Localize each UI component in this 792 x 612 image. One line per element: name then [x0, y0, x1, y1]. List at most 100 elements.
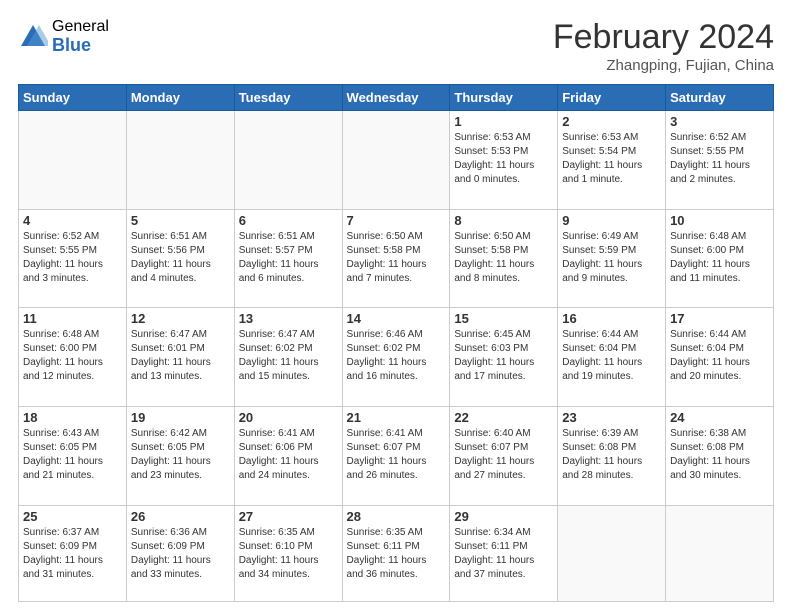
day-info: Sunrise: 6:41 AM Sunset: 6:06 PM Dayligh…	[239, 427, 338, 483]
day-info: Sunrise: 6:48 AM Sunset: 6:00 PM Dayligh…	[23, 328, 122, 384]
day-info: Sunrise: 6:51 AM Sunset: 5:56 PM Dayligh…	[131, 230, 230, 286]
day-number: 27	[239, 509, 338, 524]
day-info: Sunrise: 6:47 AM Sunset: 6:01 PM Dayligh…	[131, 328, 230, 384]
calendar-cell: 25 Sunrise: 6:37 AM Sunset: 6:09 PM Dayli…	[19, 505, 127, 601]
day-number: 12	[131, 311, 230, 326]
day-number: 26	[131, 509, 230, 524]
day-info: Sunrise: 6:53 AM Sunset: 5:53 PM Dayligh…	[454, 131, 553, 187]
day-info: Sunrise: 6:40 AM Sunset: 6:07 PM Dayligh…	[454, 427, 553, 483]
calendar-cell: 20 Sunrise: 6:41 AM Sunset: 6:06 PM Dayli…	[234, 407, 342, 506]
day-info: Sunrise: 6:49 AM Sunset: 5:59 PM Dayligh…	[562, 230, 661, 286]
calendar-cell: 26 Sunrise: 6:36 AM Sunset: 6:09 PM Dayli…	[126, 505, 234, 601]
day-number: 28	[347, 509, 446, 524]
calendar-cell: 4 Sunrise: 6:52 AM Sunset: 5:55 PM Daylig…	[19, 209, 127, 308]
day-number: 3	[670, 114, 769, 129]
day-number: 22	[454, 410, 553, 425]
day-header-monday: Monday	[126, 85, 234, 111]
day-header-tuesday: Tuesday	[234, 85, 342, 111]
day-info: Sunrise: 6:48 AM Sunset: 6:00 PM Dayligh…	[670, 230, 769, 286]
day-info: Sunrise: 6:51 AM Sunset: 5:57 PM Dayligh…	[239, 230, 338, 286]
calendar-cell: 11 Sunrise: 6:48 AM Sunset: 6:00 PM Dayli…	[19, 308, 127, 407]
day-info: Sunrise: 6:50 AM Sunset: 5:58 PM Dayligh…	[347, 230, 446, 286]
calendar-cell: 27Sunrise: 6:35 AM Sunset: 6:10 PM Dayli…	[234, 505, 342, 601]
day-info: Sunrise: 6:38 AM Sunset: 6:08 PM Dayligh…	[670, 427, 769, 483]
calendar-cell: 9 Sunrise: 6:49 AM Sunset: 5:59 PM Daylig…	[558, 209, 666, 308]
calendar-cell: 10 Sunrise: 6:48 AM Sunset: 6:00 PM Dayli…	[666, 209, 774, 308]
day-number: 10	[670, 213, 769, 228]
day-info: Sunrise: 6:53 AM Sunset: 5:54 PM Dayligh…	[562, 131, 661, 187]
calendar-cell: 28 Sunrise: 6:35 AM Sunset: 6:11 PM Dayli…	[342, 505, 450, 601]
day-number: 17	[670, 311, 769, 326]
calendar-cell: 15 Sunrise: 6:45 AM Sunset: 6:03 PM Dayli…	[450, 308, 558, 407]
calendar-cell: 24 Sunrise: 6:38 AM Sunset: 6:08 PM Dayli…	[666, 407, 774, 506]
calendar-cell: 12 Sunrise: 6:47 AM Sunset: 6:01 PM Dayli…	[126, 308, 234, 407]
calendar-cell	[234, 111, 342, 210]
logo-icon	[18, 22, 48, 52]
day-number: 7	[347, 213, 446, 228]
day-info: Sunrise: 6:39 AM Sunset: 6:08 PM Dayligh…	[562, 427, 661, 483]
day-number: 20	[239, 410, 338, 425]
calendar-cell: 19 Sunrise: 6:42 AM Sunset: 6:05 PM Dayli…	[126, 407, 234, 506]
calendar-cell: 2 Sunrise: 6:53 AM Sunset: 5:54 PM Daylig…	[558, 111, 666, 210]
page-header: General Blue February 2024 Zhangping, Fu…	[18, 18, 774, 74]
day-number: 29	[454, 509, 553, 524]
day-number: 5	[131, 213, 230, 228]
calendar-cell	[126, 111, 234, 210]
calendar-cell	[19, 111, 127, 210]
day-number: 18	[23, 410, 122, 425]
month-title: February 2024	[553, 18, 774, 57]
day-number: 13	[239, 311, 338, 326]
calendar-cell: 23 Sunrise: 6:39 AM Sunset: 6:08 PM Dayli…	[558, 407, 666, 506]
calendar-cell: 13 Sunrise: 6:47 AM Sunset: 6:02 PM Dayli…	[234, 308, 342, 407]
day-info: Sunrise: 6:44 AM Sunset: 6:04 PM Dayligh…	[562, 328, 661, 384]
calendar-cell: 6 Sunrise: 6:51 AM Sunset: 5:57 PM Daylig…	[234, 209, 342, 308]
day-info: Sunrise: 6:37 AM Sunset: 6:09 PM Dayligh…	[23, 526, 122, 582]
day-number: 19	[131, 410, 230, 425]
logo: General Blue	[18, 18, 109, 55]
day-number: 11	[23, 311, 122, 326]
day-number: 9	[562, 213, 661, 228]
day-info: Sunrise: 6:52 AM Sunset: 5:55 PM Dayligh…	[23, 230, 122, 286]
calendar-cell: 7 Sunrise: 6:50 AM Sunset: 5:58 PM Daylig…	[342, 209, 450, 308]
day-info: Sunrise: 6:46 AM Sunset: 6:02 PM Dayligh…	[347, 328, 446, 384]
day-info: Sunrise: 6:50 AM Sunset: 5:58 PM Dayligh…	[454, 230, 553, 286]
day-header-thursday: Thursday	[450, 85, 558, 111]
calendar-cell: 22 Sunrise: 6:40 AM Sunset: 6:07 PM Dayli…	[450, 407, 558, 506]
day-number: 1	[454, 114, 553, 129]
calendar-cell	[666, 505, 774, 601]
day-header-sunday: Sunday	[19, 85, 127, 111]
calendar-cell: 16Sunrise: 6:44 AM Sunset: 6:04 PM Dayli…	[558, 308, 666, 407]
day-info: Sunrise: 6:45 AM Sunset: 6:03 PM Dayligh…	[454, 328, 553, 384]
day-header-friday: Friday	[558, 85, 666, 111]
calendar-cell: 8 Sunrise: 6:50 AM Sunset: 5:58 PM Daylig…	[450, 209, 558, 308]
day-info: Sunrise: 6:34 AM Sunset: 6:11 PM Dayligh…	[454, 526, 553, 582]
day-number: 8	[454, 213, 553, 228]
day-number: 14	[347, 311, 446, 326]
day-info: Sunrise: 6:47 AM Sunset: 6:02 PM Dayligh…	[239, 328, 338, 384]
day-info: Sunrise: 6:42 AM Sunset: 6:05 PM Dayligh…	[131, 427, 230, 483]
day-info: Sunrise: 6:43 AM Sunset: 6:05 PM Dayligh…	[23, 427, 122, 483]
calendar-cell: 17 Sunrise: 6:44 AM Sunset: 6:04 PM Dayli…	[666, 308, 774, 407]
day-number: 25	[23, 509, 122, 524]
calendar-cell: 1 Sunrise: 6:53 AM Sunset: 5:53 PM Daylig…	[450, 111, 558, 210]
day-number: 6	[239, 213, 338, 228]
day-number: 15	[454, 311, 553, 326]
calendar-cell: 3 Sunrise: 6:52 AM Sunset: 5:55 PM Daylig…	[666, 111, 774, 210]
day-number: 2	[562, 114, 661, 129]
day-number: 23	[562, 410, 661, 425]
calendar-cell: 5 Sunrise: 6:51 AM Sunset: 5:56 PM Daylig…	[126, 209, 234, 308]
day-header-saturday: Saturday	[666, 85, 774, 111]
location: Zhangping, Fujian, China	[553, 57, 774, 74]
day-info: Sunrise: 6:35 AM Sunset: 6:11 PM Dayligh…	[347, 526, 446, 582]
calendar-cell	[558, 505, 666, 601]
day-header-wednesday: Wednesday	[342, 85, 450, 111]
logo-general: General	[52, 18, 109, 36]
day-info: Sunrise: 6:52 AM Sunset: 5:55 PM Dayligh…	[670, 131, 769, 187]
day-number: 4	[23, 213, 122, 228]
calendar-cell: 18 Sunrise: 6:43 AM Sunset: 6:05 PM Dayli…	[19, 407, 127, 506]
logo-blue: Blue	[52, 36, 109, 56]
day-info: Sunrise: 6:44 AM Sunset: 6:04 PM Dayligh…	[670, 328, 769, 384]
day-info: Sunrise: 6:41 AM Sunset: 6:07 PM Dayligh…	[347, 427, 446, 483]
day-number: 24	[670, 410, 769, 425]
day-info: Sunrise: 6:36 AM Sunset: 6:09 PM Dayligh…	[131, 526, 230, 582]
